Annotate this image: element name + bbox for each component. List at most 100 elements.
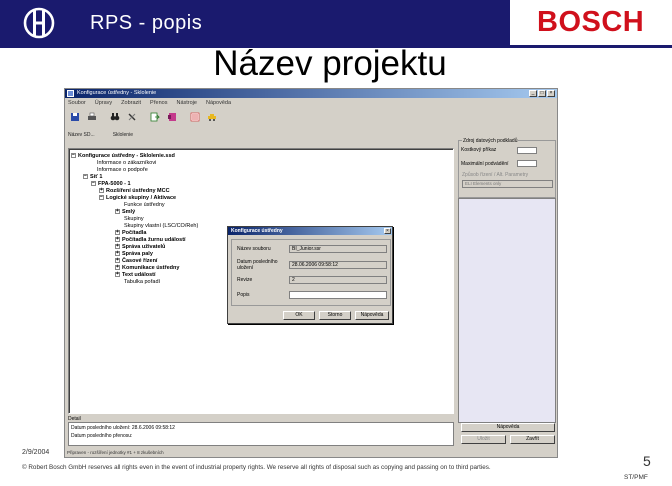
dialog-fields: Název souboru BI_Junior.ssr Datum posled… bbox=[231, 239, 391, 306]
find-button[interactable] bbox=[107, 108, 123, 126]
bosch-armature-icon bbox=[23, 7, 55, 39]
save-date-field: 28.06.2006 09:58:12 bbox=[289, 261, 387, 269]
source-group: Zdroj datových podkladů Kostkový příkaz … bbox=[458, 138, 556, 198]
list-button[interactable] bbox=[187, 108, 203, 126]
tools-button[interactable] bbox=[124, 108, 140, 126]
dialog-ok-button[interactable]: OK bbox=[283, 311, 315, 320]
toolbar-labels: Název SD... Sklolenie bbox=[68, 132, 133, 138]
slide-heading: Název projektu bbox=[213, 44, 447, 83]
source-list[interactable] bbox=[458, 198, 556, 423]
source-group-title: Zdroj datových podkladů bbox=[462, 138, 519, 144]
source-label-2: Maximální podvádění bbox=[461, 161, 509, 167]
window-titlebar[interactable]: Konfigurace ústředny - Sklolenie _ □ × bbox=[65, 89, 557, 98]
tree-item[interactable]: + Správa uživatelů bbox=[115, 244, 165, 251]
expand-icon[interactable]: + bbox=[115, 230, 120, 236]
source-panel: Zdroj datových podkladů Kostkový příkaz … bbox=[458, 138, 556, 423]
expand-icon[interactable]: + bbox=[115, 251, 120, 257]
description-input[interactable] bbox=[289, 291, 387, 299]
tree-item[interactable]: + Časové řízení bbox=[115, 258, 157, 265]
expand-icon[interactable]: + bbox=[115, 258, 120, 264]
app-icon bbox=[67, 90, 74, 97]
expand-icon[interactable]: + bbox=[115, 272, 120, 278]
tree-item[interactable]: + Smlý bbox=[115, 209, 135, 216]
binoculars-icon bbox=[110, 113, 120, 121]
import-button[interactable] bbox=[164, 108, 180, 126]
footer-department: ST/PMF bbox=[624, 474, 648, 481]
tree-item[interactable]: Skupiny bbox=[124, 216, 144, 223]
tree-item[interactable]: − Konfigurace ústředny - Sklolenie.ssd bbox=[71, 153, 175, 160]
source-label-1: Kostkový příkaz bbox=[461, 147, 497, 153]
toolbar-label-name: Název SD... bbox=[68, 132, 95, 138]
tree-item[interactable]: Informace o zákazníkovi bbox=[97, 160, 156, 167]
import-icon bbox=[168, 113, 176, 121]
dialog-help-button[interactable]: Nápověda bbox=[355, 311, 389, 320]
footer-date: 2/9/2004 bbox=[22, 449, 50, 456]
collapse-icon[interactable]: − bbox=[83, 174, 88, 180]
tree-item[interactable]: + Správa paly bbox=[115, 251, 153, 258]
tree-item[interactable]: Tabulka pořadí bbox=[124, 279, 160, 286]
tree-item[interactable]: Skupiny vlastní (LSC/CO/Reh) bbox=[124, 223, 198, 230]
tree-item[interactable]: + Počítadla bbox=[115, 230, 146, 237]
tools-icon bbox=[128, 113, 136, 121]
menu-transfer[interactable]: Přenos bbox=[150, 99, 167, 107]
save-disabled-button[interactable]: Uložit bbox=[461, 435, 506, 444]
detail-row-saved: Datum posledního uložení: 28.6.2006 09:5… bbox=[71, 425, 175, 431]
source-input-2[interactable] bbox=[517, 160, 537, 167]
tree-item[interactable]: + Komunikace ústředny bbox=[115, 265, 179, 272]
save-icon bbox=[71, 113, 79, 121]
toolbar-label-project: Sklolenie bbox=[112, 132, 133, 138]
header-title: RPS - popis bbox=[90, 12, 203, 34]
select-label: Způsob řízení / Alt. Parametry bbox=[462, 172, 529, 178]
expand-icon[interactable]: + bbox=[115, 244, 120, 250]
collapse-icon[interactable]: − bbox=[71, 153, 76, 159]
status-bar: Připraven - rozšíření jednotky #1 + 8 zk… bbox=[67, 450, 164, 455]
tree-item[interactable]: Funkce ústředny bbox=[124, 202, 165, 209]
menu-edit[interactable]: Úpravy bbox=[95, 99, 112, 107]
print-button[interactable] bbox=[84, 108, 100, 126]
filename-field: BI_Junior.ssr bbox=[289, 245, 387, 253]
tree-item[interactable]: + Text událostí bbox=[115, 272, 156, 279]
menu-help[interactable]: Nápověda bbox=[206, 99, 231, 107]
dialog-close-button[interactable]: × bbox=[384, 228, 391, 234]
minimize-button[interactable]: _ bbox=[529, 90, 537, 97]
expand-icon[interactable]: + bbox=[115, 237, 120, 243]
window-title: Konfigurace ústředny - Sklolenie bbox=[77, 90, 157, 96]
expand-icon[interactable]: + bbox=[115, 209, 120, 215]
revision-label: Revize bbox=[237, 277, 253, 283]
dialog-title[interactable]: Konfigurace ústředny bbox=[228, 227, 392, 235]
dialog-cancel-button[interactable]: Storno bbox=[319, 311, 351, 320]
export-button[interactable] bbox=[147, 108, 163, 126]
menu-tools[interactable]: Nástroje bbox=[176, 99, 196, 107]
tree-item[interactable]: Informace o podpoře bbox=[97, 167, 148, 174]
detail-row-transfer: Datum posledního přenosu: bbox=[71, 433, 133, 439]
menu-file[interactable]: Soubor bbox=[68, 99, 86, 107]
collapse-icon[interactable]: − bbox=[99, 195, 104, 201]
mode-select[interactable]: ELI Elements only bbox=[462, 180, 553, 188]
tree-item[interactable]: + Počítadla žurnu událostí bbox=[115, 237, 186, 244]
help-button[interactable]: Nápověda bbox=[461, 423, 555, 432]
revision-field: 2 bbox=[289, 276, 387, 284]
tree-item[interactable]: + Rozšíření ústředny MCC bbox=[99, 188, 170, 195]
window-controls: _ □ × bbox=[529, 90, 555, 97]
save-button[interactable] bbox=[67, 108, 83, 126]
menu-view[interactable]: Zobrazit bbox=[121, 99, 141, 107]
maximize-button[interactable]: □ bbox=[538, 90, 546, 97]
print-icon bbox=[88, 112, 96, 120]
collapse-icon[interactable]: − bbox=[91, 181, 96, 187]
tree-item[interactable]: − FPA-5000 - 1 bbox=[91, 181, 131, 188]
export-icon bbox=[150, 112, 160, 122]
footer-copyright: © Robert Bosch GmbH reserves all rights … bbox=[22, 464, 491, 471]
close-button[interactable]: × bbox=[547, 90, 555, 97]
expand-icon[interactable]: + bbox=[115, 265, 120, 271]
brand-name: BOSCH bbox=[537, 6, 645, 38]
toolbar bbox=[67, 108, 221, 130]
vehicle-button[interactable] bbox=[204, 108, 220, 126]
tree-item[interactable]: − Logické skupiny / Aktivace bbox=[99, 195, 176, 202]
source-input-1[interactable] bbox=[517, 147, 537, 154]
expand-icon[interactable]: + bbox=[99, 188, 104, 194]
project-dialog: Konfigurace ústředny × Název souboru BI_… bbox=[227, 226, 393, 324]
close-window-button[interactable]: Zavřít bbox=[510, 435, 555, 444]
page-number: 5 bbox=[643, 453, 651, 469]
menu-bar: Soubor Úpravy Zobrazit Přenos Nástroje N… bbox=[65, 99, 557, 107]
detail-box: Datum posledního uložení: 28.6.2006 09:5… bbox=[68, 422, 454, 446]
